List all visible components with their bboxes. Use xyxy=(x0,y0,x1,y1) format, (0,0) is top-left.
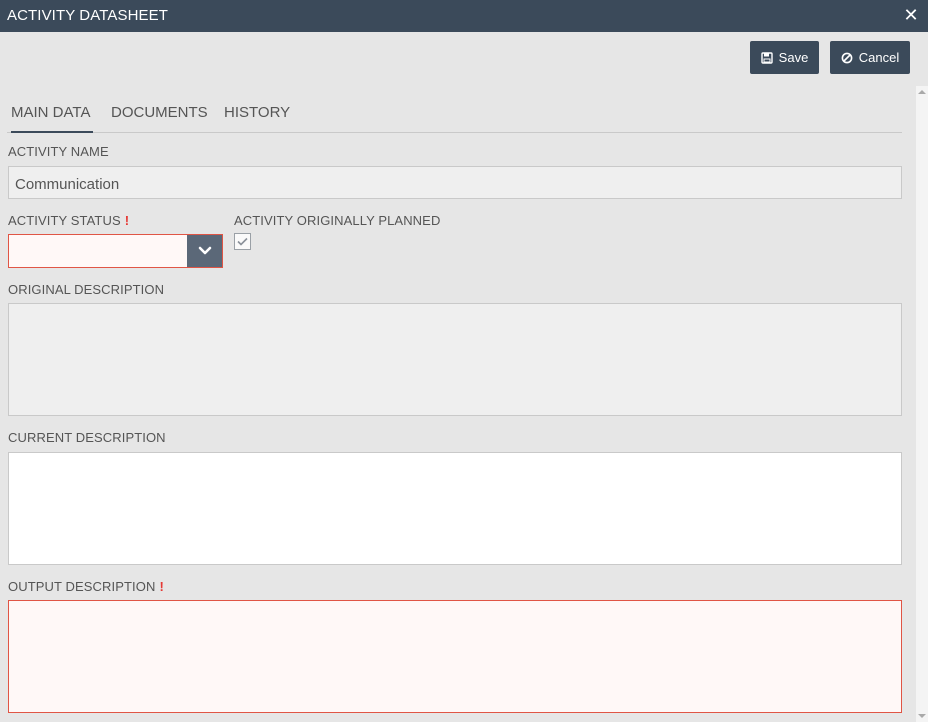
tab-history[interactable]: HISTORY xyxy=(224,104,290,131)
title-bar: ACTIVITY DATASHEET ✕ xyxy=(0,0,928,32)
originally-planned-checkbox[interactable] xyxy=(234,233,251,250)
window-title: ACTIVITY DATASHEET xyxy=(7,7,168,24)
scroll-down-icon[interactable] xyxy=(918,714,926,718)
original-description-label: ORIGINAL DESCRIPTION xyxy=(8,282,165,297)
required-mark: ! xyxy=(159,579,164,594)
output-description-label-group: OUTPUT DESCRIPTION! xyxy=(8,579,164,594)
close-icon[interactable]: ✕ xyxy=(902,5,920,25)
output-description-field[interactable] xyxy=(8,600,902,713)
save-button-label: Save xyxy=(778,50,809,65)
activity-status-label: ACTIVITY STATUS xyxy=(8,213,121,228)
cancel-button[interactable]: Cancel xyxy=(830,41,910,74)
original-description-field[interactable] xyxy=(8,303,902,416)
check-icon xyxy=(237,237,248,246)
originally-planned-label: ACTIVITY ORIGINALLY PLANNED xyxy=(234,213,441,228)
activity-status-select[interactable] xyxy=(8,234,223,268)
cancel-button-label: Cancel xyxy=(858,50,900,65)
ban-icon xyxy=(841,52,853,63)
dropdown-button[interactable] xyxy=(187,235,222,267)
current-description-field[interactable] xyxy=(8,452,902,565)
activity-status-label-group: ACTIVITY STATUS! xyxy=(8,213,129,228)
current-description-label: CURRENT DESCRIPTION xyxy=(8,430,166,445)
output-description-label: OUTPUT DESCRIPTION xyxy=(8,579,156,594)
chevron-down-icon xyxy=(198,246,211,255)
save-button[interactable]: Save xyxy=(750,41,819,74)
tab-bar: MAIN DATA DOCUMENTS HISTORY xyxy=(7,100,902,133)
vertical-scrollbar[interactable] xyxy=(916,86,928,722)
activity-name-label: ACTIVITY NAME xyxy=(8,144,109,159)
required-mark: ! xyxy=(124,213,130,228)
tab-main-data[interactable]: MAIN DATA xyxy=(11,104,93,133)
tab-documents[interactable]: DOCUMENTS xyxy=(111,104,208,131)
floppy-disk-icon xyxy=(760,51,773,64)
scroll-up-icon[interactable] xyxy=(918,90,926,94)
scrollbar-thumb[interactable] xyxy=(918,100,926,705)
activity-name-field[interactable]: Communication xyxy=(8,166,902,199)
